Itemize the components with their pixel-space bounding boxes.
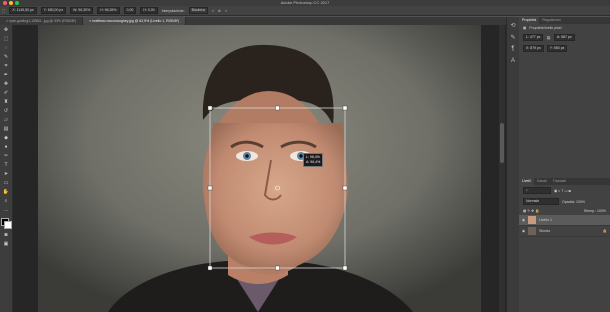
layer-name: Livello 1: [539, 218, 552, 222]
shape-tool-icon[interactable]: ▭: [2, 180, 10, 187]
pixel-layer-icon: ▦: [523, 26, 527, 30]
history-brush-tool-icon[interactable]: ↺: [2, 108, 10, 115]
tab-paths[interactable]: Tracciati: [550, 178, 569, 185]
document-tab-1[interactable]: × ryan-gosling1-13553...jpg @ 33% (RGB/8…: [0, 17, 84, 25]
background-color-swatch[interactable]: [4, 221, 12, 229]
move-tool-icon[interactable]: ✥: [2, 27, 10, 34]
zoom-tool-icon[interactable]: ⌕: [2, 198, 10, 205]
path-selection-tool-icon[interactable]: ➤: [2, 171, 10, 178]
properties-subtitle-row: ▦ Proprietà livello pixel: [519, 24, 610, 32]
brush-tool-icon[interactable]: ✐: [2, 90, 10, 97]
minimize-window-button[interactable]: [9, 1, 13, 5]
position-row: X: 879 px Y: 550 px: [519, 43, 610, 54]
pen-tool-icon[interactable]: ✑: [2, 153, 10, 160]
layers-panel-tabs: Livelli Canali Tracciati: [519, 178, 610, 185]
color-swatches[interactable]: [1, 218, 12, 229]
fill-row: ▦ ✎ ✥ 🔒 Riemp.: 100%: [519, 207, 610, 215]
width-field[interactable]: W: 96,35%: [70, 7, 94, 14]
layer-filter-select[interactable]: ⌕: [523, 187, 551, 194]
tab-adjustments[interactable]: Regolazioni: [539, 17, 563, 24]
link-icon[interactable]: ⛓: [546, 36, 550, 40]
blend-mode-select[interactable]: Normale: [523, 198, 559, 205]
quick-select-tool-icon[interactable]: ✎: [2, 54, 10, 61]
clone-stamp-tool-icon[interactable]: ♜: [2, 99, 10, 106]
layer-row[interactable]: ◉ Sfondo 🔒: [519, 226, 610, 237]
lock-icons[interactable]: ▦ ✎ ✥ 🔒: [523, 209, 539, 213]
x-position-field[interactable]: X: 1145,50 px: [9, 7, 37, 14]
layers-panel: Livelli Canali Tracciati ⌕ ▣ ◐ T ▭ ◙ Nor…: [519, 178, 610, 312]
crop-tool-icon[interactable]: ⌗: [2, 63, 10, 70]
more-tools-icon[interactable]: …: [2, 207, 10, 214]
layer-thumbnail: [528, 227, 537, 235]
layer-thumbnail: [528, 216, 537, 224]
window-title: Adobe Photoshop CC 2017: [280, 0, 330, 5]
document-tabs: × ryan-gosling1-13553...jpg @ 33% (RGB/8…: [0, 17, 506, 25]
document-tab-2[interactable]: × matthew-mcconaughey.jpg @ 62,5% (Livel…: [83, 17, 187, 25]
quick-mask-icon[interactable]: ◙: [2, 232, 10, 239]
lasso-tool-icon[interactable]: ◌: [2, 45, 10, 52]
layer-filter-row: ⌕ ▣ ◐ T ▭ ◙: [519, 185, 610, 196]
close-window-button[interactable]: [3, 1, 7, 5]
scrollbar-thumb[interactable]: [500, 123, 504, 163]
cancel-transform-icon[interactable]: ⊘: [218, 9, 221, 13]
gradient-tool-icon[interactable]: ▤: [2, 126, 10, 133]
visibility-eye-icon[interactable]: ◉: [522, 218, 525, 222]
transform-tooltip: L: 96,4% A: 96,4%: [303, 153, 324, 167]
marquee-tool-icon[interactable]: ⬚: [2, 36, 10, 43]
transform-tool-icon[interactable]: ⬚: [2, 9, 5, 13]
properties-subtitle: Proprietà livello pixel: [529, 26, 562, 30]
window-controls: [3, 1, 19, 5]
document-canvas[interactable]: L: 96,4% A: 96,4%: [13, 25, 506, 312]
zoom-window-button[interactable]: [15, 1, 19, 5]
eyedropper-tool-icon[interactable]: ✒: [2, 72, 10, 79]
type-tool-icon[interactable]: T: [2, 162, 10, 169]
options-bar: ⬚ X: 1145,50 px Y: 650,00 px W: 96,35% H…: [0, 6, 610, 16]
canvas-vertical-scrollbar[interactable]: [499, 25, 505, 312]
blend-row: Normale Opacità: 100%: [519, 196, 610, 207]
healing-brush-tool-icon[interactable]: ✚: [2, 81, 10, 88]
skew-field[interactable]: H: 0,00: [140, 7, 158, 14]
portrait-photo: [13, 25, 506, 312]
height-property-field[interactable]: A: 587 px: [553, 34, 575, 41]
properties-panel-tabs: Proprietà Regolazioni: [519, 17, 610, 24]
properties-panel: Proprietà Regolazioni ▦ Proprietà livell…: [519, 17, 610, 182]
opacity-field[interactable]: Opacità: 100%: [562, 200, 585, 204]
collapsed-panels-strip: ⟲ ✎ ¶ A: [506, 17, 520, 312]
tab-properties[interactable]: Proprietà: [519, 17, 540, 24]
warp-icon[interactable]: ⌗: [212, 9, 214, 13]
height-field[interactable]: H: 96,35%: [97, 7, 120, 14]
tab-channels[interactable]: Canali: [534, 178, 550, 185]
paragraph-panel-icon[interactable]: ¶: [509, 45, 517, 53]
fill-field[interactable]: Riemp.: 100%: [584, 209, 606, 213]
visibility-eye-icon[interactable]: ◉: [522, 229, 525, 233]
y-property-field[interactable]: Y: 550 px: [546, 45, 568, 52]
layer-row[interactable]: ◉ Livello 1: [519, 215, 610, 226]
hand-tool-icon[interactable]: ✋: [2, 189, 10, 196]
screen-mode-icon[interactable]: ▣: [2, 241, 10, 248]
lock-icon: 🔒: [602, 229, 607, 233]
tab-layers[interactable]: Livelli: [519, 178, 534, 185]
y-position-field[interactable]: Y: 650,00 px: [40, 7, 67, 14]
filter-icons[interactable]: ▣ ◐ T ▭ ◙: [554, 189, 571, 193]
commit-transform-icon[interactable]: ✓: [225, 9, 228, 13]
brushes-panel-icon[interactable]: ✎: [509, 33, 517, 41]
size-row: L: 477 px ⛓ A: 587 px: [519, 32, 610, 43]
history-panel-icon[interactable]: ⟲: [509, 21, 517, 29]
interpolation-select[interactable]: Bicubica: [188, 7, 208, 14]
layer-name: Sfondo: [539, 229, 551, 233]
width-property-field[interactable]: L: 477 px: [523, 34, 544, 41]
rotate-field[interactable]: 0,00: [123, 7, 137, 14]
dodge-tool-icon[interactable]: ●: [2, 144, 10, 151]
interpolation-label: Interpolazione:: [161, 8, 185, 13]
blur-tool-icon[interactable]: ◆: [2, 135, 10, 142]
tools-panel: ✥ ⬚ ◌ ✎ ⌗ ✒ ✚ ✐ ♜ ↺ ▱ ▤ ◆ ● ✑ T ➤ ▭ ✋ ⌕ …: [0, 25, 13, 312]
x-property-field[interactable]: X: 879 px: [523, 45, 544, 52]
character-panel-icon[interactable]: A: [509, 57, 517, 65]
eraser-tool-icon[interactable]: ▱: [2, 117, 10, 124]
